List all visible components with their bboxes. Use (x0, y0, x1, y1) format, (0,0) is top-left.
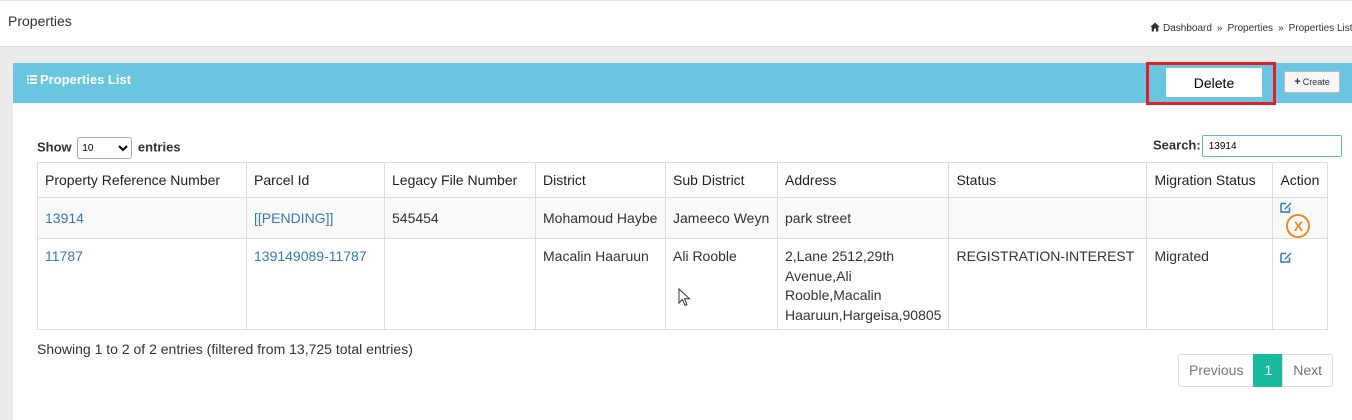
column-header[interactable]: Status (948, 162, 1148, 198)
parcel-id-link[interactable]: 139149089-11787 (254, 248, 367, 264)
create-button-label: Create (1302, 77, 1330, 87)
list-icon (27, 75, 37, 84)
breadcrumb-separator: » (1278, 23, 1284, 34)
cell-address: 2,Lane 2512,29th Avenue,Ali Rooble,Macal… (776, 238, 950, 330)
edit-icon[interactable] (1280, 201, 1292, 214)
cell-sub-district: Ali Rooble (665, 238, 778, 330)
cell-migration (1146, 197, 1274, 239)
panel-title: Properties List (27, 72, 131, 87)
page-size-control: Show 10 entries (37, 137, 181, 159)
search-label: Search: (1153, 137, 1201, 153)
create-button[interactable]: + Create (1284, 71, 1340, 93)
cell-status (948, 197, 1148, 239)
cell-migration: Migrated (1146, 238, 1274, 330)
column-header: Action (1272, 162, 1329, 198)
next-page-button[interactable]: Next (1282, 354, 1334, 387)
pagination: Previous 1 Next (1178, 354, 1334, 387)
column-header[interactable]: Property Reference Number (37, 162, 247, 198)
breadcrumb: Dashboard » Properties » Properties List (1150, 22, 1352, 34)
breadcrumb-properties-list: Properties List (1288, 23, 1352, 34)
property-ref-link[interactable]: 13914 (45, 210, 84, 226)
plus-icon: + (1294, 76, 1301, 88)
delete-row-marker[interactable]: X (1286, 214, 1311, 238)
properties-panel: Properties List Delete + Create Show 10 e… (13, 62, 1352, 420)
column-header[interactable]: Legacy File Number (384, 162, 536, 198)
breadcrumb-properties[interactable]: Properties (1227, 23, 1273, 34)
cell-district: Macalin Haaruun (535, 238, 666, 330)
panel-header: Properties List Delete + Create (13, 62, 1352, 105)
cell-sub-district: Jameeco Weyn (665, 197, 778, 239)
column-header[interactable]: Parcel Id (246, 162, 385, 198)
column-header[interactable]: Address (776, 162, 950, 198)
search-input[interactable] (1201, 135, 1342, 157)
mouse-cursor-icon (678, 288, 691, 307)
show-label: Show (37, 139, 72, 155)
table-header-row: Property Reference Number Parcel Id Lega… (37, 162, 1329, 198)
cell-ref: 11787 (37, 238, 247, 330)
table-info: Showing 1 to 2 of 2 entries (filtered fr… (37, 341, 413, 357)
cell-status: REGISTRATION-INTEREST (948, 238, 1148, 330)
parcel-id-link[interactable]: [[PENDING]] (254, 210, 333, 226)
search-control: Search: (1153, 135, 1342, 157)
table-row: 13914 [[PENDING]] 545454 Mohamoud Haybe … (37, 197, 1329, 239)
entries-label: entries (137, 139, 181, 155)
cell-legacy (384, 238, 536, 330)
column-header[interactable]: Sub District (665, 162, 778, 198)
cell-action: X (1272, 197, 1329, 239)
cell-ref: 13914 (37, 197, 247, 239)
page-1-button[interactable]: 1 (1253, 354, 1284, 387)
top-header: Properties Dashboard » Properties » Properti… (0, 0, 1352, 47)
page-size-select[interactable]: 10 (77, 137, 133, 159)
previous-page-button[interactable]: Previous (1178, 354, 1255, 387)
cell-district: Mohamoud Haybe (535, 197, 666, 239)
cell-action (1272, 238, 1329, 330)
column-header[interactable]: Migration Status (1146, 162, 1274, 198)
cell-legacy: 545454 (384, 197, 536, 239)
breadcrumb-separator: » (1216, 23, 1223, 34)
panel-title-text: Properties List (40, 72, 132, 87)
cell-parcel: [[PENDING]] (246, 197, 385, 239)
edit-icon[interactable] (1280, 251, 1292, 264)
cell-address: park street (776, 197, 950, 239)
page-title: Properties (8, 13, 72, 29)
table-row: 11787 139149089-11787 Macalin Haaruun Al… (37, 238, 1329, 330)
home-icon (1150, 22, 1160, 32)
breadcrumb-dashboard[interactable]: Dashboard (1163, 23, 1212, 34)
column-header[interactable]: District (535, 162, 666, 198)
delete-button[interactable]: Delete (1166, 68, 1262, 97)
cell-parcel: 139149089-11787 (246, 238, 385, 330)
property-ref-link[interactable]: 11787 (45, 248, 83, 264)
